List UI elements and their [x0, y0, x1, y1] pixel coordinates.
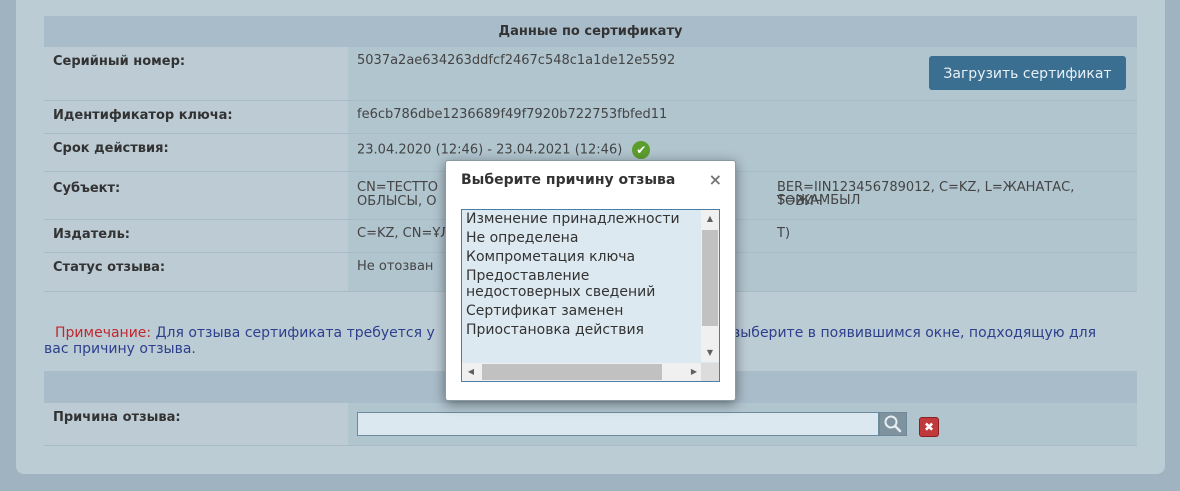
horizontal-scroll-thumb[interactable] [482, 364, 662, 380]
vertical-scrollbar[interactable]: ▲ ▼ [701, 210, 719, 362]
key-id-label: Идентификатор ключа: [44, 101, 348, 133]
reason-options: Изменение принадлежности Не определена К… [462, 210, 702, 362]
dialog-title: Выберите причину отзыва [461, 172, 676, 188]
load-certificate-button[interactable]: Загрузить сертификат [929, 56, 1126, 90]
reason-input[interactable] [357, 412, 879, 436]
list-item[interactable]: Предоставление недостоверных сведений [466, 267, 686, 302]
row-key-id: Идентификатор ключа: fe6cb786dbe1236689f… [44, 101, 1137, 134]
scroll-left-icon[interactable]: ◀ [464, 363, 478, 381]
list-item[interactable]: Изменение принадлежности [466, 210, 702, 229]
list-item[interactable]: Приостановка действия [466, 321, 702, 340]
validity-value: 23.04.2020 (12:46) - 23.04.2021 (12:46) [357, 142, 623, 158]
list-item[interactable]: Не определена [466, 229, 702, 248]
section-header-certificate: Данные по сертификату [44, 16, 1137, 47]
check-icon: ✔ [632, 141, 651, 159]
reason-value-cell: ✖ [348, 403, 1137, 445]
reason-listbox[interactable]: Изменение принадлежности Не определена К… [461, 209, 720, 382]
row-reason: Причина отзыва: ✖ [44, 403, 1137, 446]
reason-label: Причина отзыва: [44, 403, 348, 445]
vertical-scroll-thumb[interactable] [702, 230, 718, 326]
scroll-down-icon[interactable]: ▼ [701, 346, 719, 360]
serial-value-cell: 5037a2ae634263ddfcf2467c548c1a1de12e5592… [348, 47, 1137, 100]
validity-label: Срок действия: [44, 134, 348, 171]
subject-value-left: CN=ТЕСТТО [357, 180, 439, 195]
issuer-label: Издатель: [44, 220, 348, 252]
serial-label: Серийный номер: [44, 47, 348, 100]
scroll-right-icon[interactable]: ▶ [687, 363, 701, 381]
row-serial: Серийный номер: 5037a2ae634263ddfcf2467c… [44, 47, 1137, 101]
search-button[interactable] [879, 412, 907, 436]
subject-value-right: BER=IIN123456789012, C=KZ, L=ЖАНАТАС, S=… [777, 180, 1075, 208]
close-icon: ✖ [923, 420, 935, 434]
serial-value: 5037a2ae634263ddfcf2467c548c1a1de12e5592 [357, 53, 676, 68]
scroll-up-icon[interactable]: ▲ [701, 212, 719, 226]
horizontal-scrollbar[interactable]: ◀ ▶ [462, 363, 703, 381]
list-item[interactable]: Компрометация ключа [466, 248, 702, 267]
close-icon[interactable]: × [709, 170, 722, 189]
search-icon [884, 415, 902, 433]
note-text-left: Для отзыва сертификата требуется у [155, 325, 435, 341]
scrollbar-corner [701, 363, 719, 381]
note-text-right: выберите в появившимся окне, подходящую … [732, 325, 1097, 341]
list-item[interactable]: Сертификат заменен [466, 302, 702, 321]
issuer-value-left: C=KZ, CN=ҰЛ [357, 226, 451, 241]
issuer-value-right: Т) [777, 226, 791, 241]
note-prefix: Примечание: [55, 325, 152, 341]
key-id-value: fe6cb786dbe1236689f49f7920b722753fbfed11 [348, 101, 1137, 133]
revocation-status-label: Статус отзыва: [44, 253, 348, 291]
revocation-reason-dialog: Выберите причину отзыва × Изменение прин… [445, 160, 736, 401]
subject-value-left-line2: ОБЛЫСЫ, О [357, 194, 437, 209]
subject-value-right-line2: ТОВИЧ [777, 194, 823, 209]
subject-label: Субъект: [44, 172, 348, 219]
clear-button[interactable]: ✖ [919, 417, 939, 437]
